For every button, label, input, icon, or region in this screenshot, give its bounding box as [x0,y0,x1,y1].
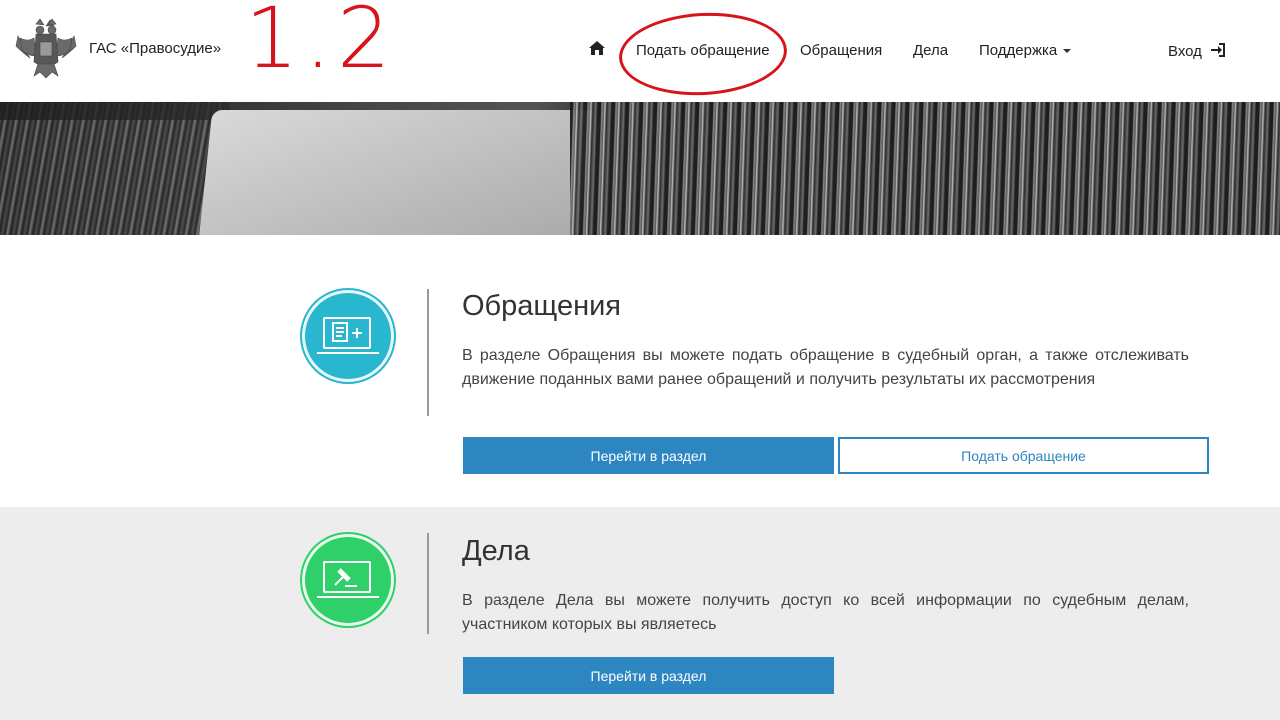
banner-folder [197,110,593,235]
submit-appeal-button[interactable]: Подать обращение [838,437,1209,474]
appeals-go-to-section-button[interactable]: Перейти в раздел [463,437,834,474]
laptop-gavel-icon [302,534,394,626]
appeals-description: В разделе Обращения вы можете подать обр… [462,347,1189,388]
handwritten-annotation: 1.2 [245,0,397,87]
sign-in-icon [1210,42,1226,62]
nav-support-dropdown[interactable]: Поддержка [979,42,1072,59]
coat-of-arms-emblem[interactable] [14,16,78,82]
section-divider [427,289,429,416]
login-link[interactable]: Вход [1168,42,1226,62]
login-label: Вход [1168,42,1202,60]
brand-name[interactable]: ГАС «Правосудие» [89,40,221,57]
hero-banner-image [0,102,1280,235]
appeals-title: Обращения [462,290,622,322]
nav-cases[interactable]: Дела [913,42,948,59]
cases-title: Дела [462,535,530,567]
section-divider [427,533,429,634]
banner-folders-right [570,102,1280,235]
cases-go-to-section-button[interactable]: Перейти в раздел [463,657,834,694]
home-icon[interactable] [588,40,606,60]
banner-folders-left [0,102,230,235]
cases-section: Дела В разделе Дела вы можете получить д… [0,507,1280,720]
laptop-document-plus-icon [302,290,394,382]
site-header: ГАС «Правосудие» 1.2 Подать обращение Об… [0,0,1280,102]
nav-appeals[interactable]: Обращения [800,42,882,59]
nav-support-label: Поддержка [979,42,1058,59]
caret-down-icon [1063,49,1072,54]
cases-description: В разделе Дела вы можете получить доступ… [462,592,1189,633]
appeals-section: Обращения В разделе Обращения вы можете … [0,235,1280,507]
nav-submit-appeal[interactable]: Подать обращение [636,42,770,59]
